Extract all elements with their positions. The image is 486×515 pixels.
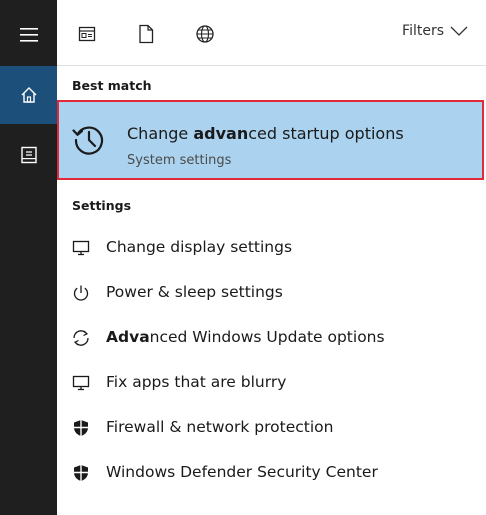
best-match-subtitle: System settings [127,153,232,168]
apps-filter-button[interactable] [77,24,97,44]
best-match-title: Change advanced startup options [127,124,404,143]
settings-item-label-suffix: nced Windows Update options [149,328,385,346]
home-icon [21,87,36,103]
monitor-icon [71,373,91,393]
shield-icon [71,463,91,483]
hamburger-icon [19,28,38,42]
settings-item-label-prefix: Firewall & network protection [106,418,334,436]
globe-icon [196,25,214,43]
best-match-title-suffix: ced startup options [248,124,404,143]
settings-item-label-prefix: Power & sleep settings [106,283,283,301]
best-match-result[interactable]: Change advanced startup options System s… [57,100,484,180]
chevron-down-icon [450,26,468,36]
settings-item-label: Change display settings [106,238,292,256]
best-match-heading: Best match [72,78,152,93]
monitor-icon [71,238,91,258]
start-rail [0,0,57,515]
search-results-panel: Filters Best match Change advanced start… [57,0,486,515]
settings-item-change-display[interactable]: Change display settings [57,228,486,268]
settings-item-windows-update[interactable]: Advanced Windows Update options [57,318,486,358]
settings-item-label: Power & sleep settings [106,283,283,301]
sync-icon [71,328,91,348]
best-match-title-bold: advan [193,124,249,143]
settings-heading: Settings [72,198,132,213]
settings-item-label: Advanced Windows Update options [106,328,385,346]
power-icon [71,283,91,303]
best-match-title-prefix: Change [127,124,194,143]
history-icon [72,126,104,155]
settings-item-defender-center[interactable]: Windows Defender Security Center [57,453,486,493]
filters-dropdown[interactable]: Filters [402,23,468,39]
settings-item-firewall[interactable]: Firewall & network protection [57,408,486,448]
web-filter-button[interactable] [195,24,215,44]
document-icon [139,24,154,44]
filters-label: Filters [402,23,444,39]
apps-icon [78,26,96,42]
documents-button[interactable] [0,126,57,184]
settings-item-label-prefix: Change display settings [106,238,293,256]
document-icon [20,146,37,164]
search-toolbar: Filters [57,0,486,66]
settings-item-label: Windows Defender Security Center [106,463,378,481]
home-button[interactable] [0,66,57,124]
settings-item-label: Firewall & network protection [106,418,333,436]
settings-item-label-prefix: Windows Defender Security Center [106,463,378,481]
shield-icon [71,418,91,438]
settings-item-fix-blurry-apps[interactable]: Fix apps that are blurry [57,363,486,403]
start-search-panel: Filters Best match Change advanced start… [0,0,486,515]
documents-filter-button[interactable] [136,24,156,44]
settings-item-label-prefix: Fix apps that are blurry [106,373,287,391]
settings-item-label-bold: Adva [106,328,150,346]
hamburger-menu-button[interactable] [0,6,57,64]
settings-item-label: Fix apps that are blurry [106,373,286,391]
settings-item-power-sleep[interactable]: Power & sleep settings [57,273,486,313]
